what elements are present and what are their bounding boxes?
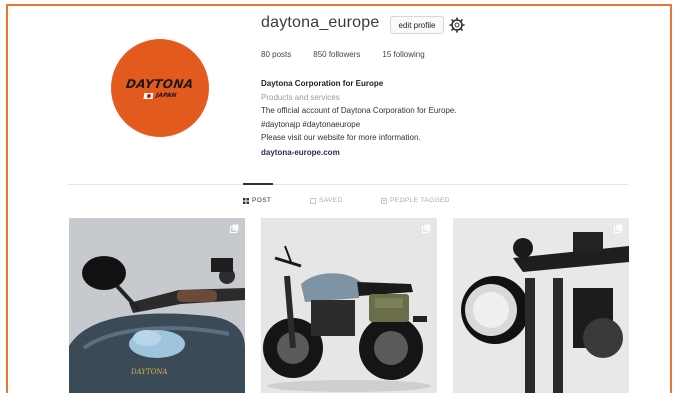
posts-count: 80 posts (261, 50, 292, 59)
edit-profile-button[interactable]: edit profile (390, 16, 444, 34)
japan-flag-icon (143, 92, 154, 98)
active-tab-indicator (243, 183, 273, 185)
bio-hashtags[interactable]: #daytonajp #daytonaeurope (261, 118, 561, 132)
multiple-photos-icon (230, 224, 239, 233)
grid-icon (243, 197, 249, 204)
settings-gear-icon[interactable] (449, 17, 465, 33)
avatar-sub-text: JAPAN (155, 91, 177, 99)
followers-link[interactable]: 850 followers (313, 50, 360, 59)
tab-posts-label: POST (252, 197, 272, 204)
tab-saved[interactable]: SAVED (310, 197, 343, 204)
bio-description: The official account of Daytona Corporat… (261, 106, 457, 116)
tab-tagged[interactable]: PEOPLE TAGGED (381, 197, 450, 204)
tag-person-icon (381, 197, 387, 204)
profile-stats: 80 posts 850 followers 15 following (261, 50, 447, 59)
following-link[interactable]: 15 following (382, 50, 424, 59)
motorcycle-headlight-photo (453, 218, 629, 393)
profile-avatar[interactable]: DAYTONA JAPAN (111, 39, 209, 137)
post-thumbnail[interactable] (453, 218, 629, 393)
tank-logo-text: DAYTONA (131, 368, 168, 376)
avatar-brand-text: DAYTONA (125, 76, 195, 91)
motorcycle-tank-photo (69, 218, 245, 393)
motorcycle-side-photo (261, 218, 437, 393)
multiple-photos-icon (614, 224, 623, 233)
screenshot-frame: DAYTONA JAPAN daytona_europe edit profil… (6, 4, 672, 393)
tab-saved-label: SAVED (319, 197, 343, 204)
profile-bio: Daytona Corporation for Europe Products … (261, 77, 561, 160)
profile-username: daytona_europe (261, 14, 380, 31)
post-thumbnail[interactable]: DAYTONA (69, 218, 245, 393)
post-thumbnail[interactable] (261, 218, 437, 393)
profile-category: Products and services (261, 92, 340, 102)
tab-posts[interactable]: POST (243, 197, 271, 204)
bio-website-note: Please visit our website for more inform… (261, 133, 421, 143)
avatar-sub-logo: JAPAN (143, 91, 177, 99)
profile-full-name: Daytona Corporation for Europe (261, 79, 384, 88)
profile-website-link[interactable]: daytona-europe.com (261, 146, 561, 160)
profile-tabs-divider (68, 184, 628, 185)
tab-tagged-label: PEOPLE TAGGED (390, 197, 450, 204)
bookmark-icon (310, 197, 316, 204)
multiple-photos-icon (422, 224, 431, 233)
